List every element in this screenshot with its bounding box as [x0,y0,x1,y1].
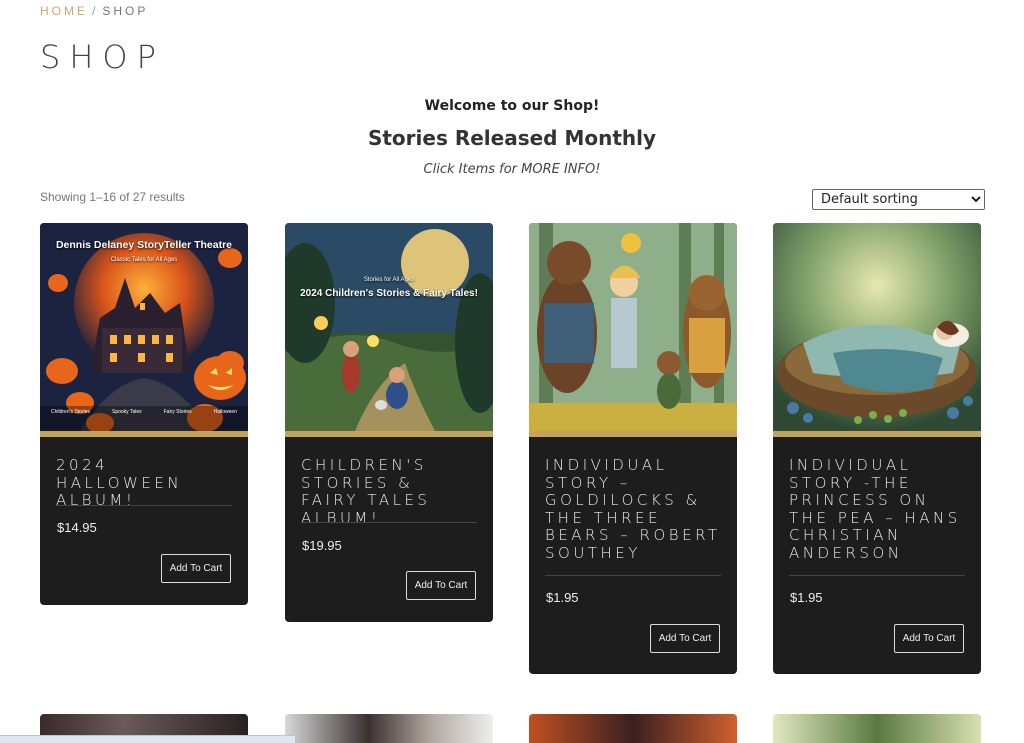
card-accent-band [773,431,981,437]
result-count: Showing 1–16 of 27 results [40,190,185,204]
card-divider [545,575,721,576]
add-to-cart-button[interactable]: Add To Cart [161,554,231,583]
sorting-select[interactable]: Default sorting [812,189,985,210]
card-divider [56,505,232,506]
product-price: $19.95 [302,538,342,553]
product-card-partial[interactable] [285,714,493,743]
add-to-cart-button[interactable]: Add To Cart [406,571,476,600]
product-price: $1.95 [546,590,579,605]
product-price: $1.95 [790,590,823,605]
headline-text: Stories Released Monthly [367,126,657,150]
breadcrumb: HOME / SHOP [40,4,148,18]
art-top-line: 2024 Children's Stories & Fairy Tales! [300,288,478,299]
product-title[interactable]: CHILDREN'S STORIES & FAIRY TALES ALBUM! [301,456,479,527]
add-to-cart-button[interactable]: Add To Cart [894,624,964,653]
product-image-goldilocks[interactable] [529,223,737,431]
card-divider [301,522,477,523]
product-card-halloween[interactable]: Dennis Delaney StoryTeller Theatre Class… [40,223,248,605]
product-title[interactable]: INDIVIDUAL STORY – GOLDILOCKS & THE THRE… [545,456,723,562]
product-title[interactable]: INDIVIDUAL STORY -THE PRINCESS ON THE PE… [789,456,967,562]
breadcrumb-current: SHOP [102,4,149,18]
product-card-goldilocks[interactable]: INDIVIDUAL STORY – GOLDILOCKS & THE THRE… [529,223,737,674]
art-top-line: Dennis Delaney StoryTeller Theatre [55,239,233,251]
art-sub-line: Classic Tales for All Ages [110,257,178,263]
product-card-partial[interactable] [529,714,737,743]
product-price: $14.95 [57,520,97,535]
product-image-princess-pea[interactable] [773,223,981,431]
card-accent-band [285,431,493,437]
hint-text: Click Items for MORE INFO! [423,162,601,177]
welcome-text: Welcome to our Shop! [424,98,600,114]
product-image-halloween[interactable]: Dennis Delaney StoryTeller Theatre Class… [40,223,248,433]
art-sub-line: Stories for All Ages [363,277,415,283]
breadcrumb-separator: / [92,4,99,18]
page-title: SHOP [40,38,165,76]
product-card-princess-pea[interactable]: INDIVIDUAL STORY -THE PRINCESS ON THE PE… [773,223,981,674]
product-card-childrens-stories[interactable]: Stories for All Ages 2024 Children's Sto… [285,223,493,622]
product-title[interactable]: 2024 HALLOWEEN ALBUM! [56,456,234,510]
art-label: Fairy Stories [163,409,192,415]
add-to-cart-button[interactable]: Add To Cart [650,624,720,653]
card-accent-band [529,431,737,437]
browser-status-bar [0,735,295,743]
art-label: Children's Stories [50,409,91,415]
card-divider [789,575,965,576]
art-bottom-labels: Children's Stories Spooky Tales Fairy St… [40,409,248,415]
breadcrumb-home-link[interactable]: HOME [40,4,88,18]
card-accent-band [40,431,248,437]
art-label: Halloween [213,409,237,415]
art-label: Spooky Tales [111,409,142,415]
product-image-childrens-stories[interactable]: Stories for All Ages 2024 Children's Sto… [285,223,493,431]
product-card-partial[interactable] [773,714,981,743]
